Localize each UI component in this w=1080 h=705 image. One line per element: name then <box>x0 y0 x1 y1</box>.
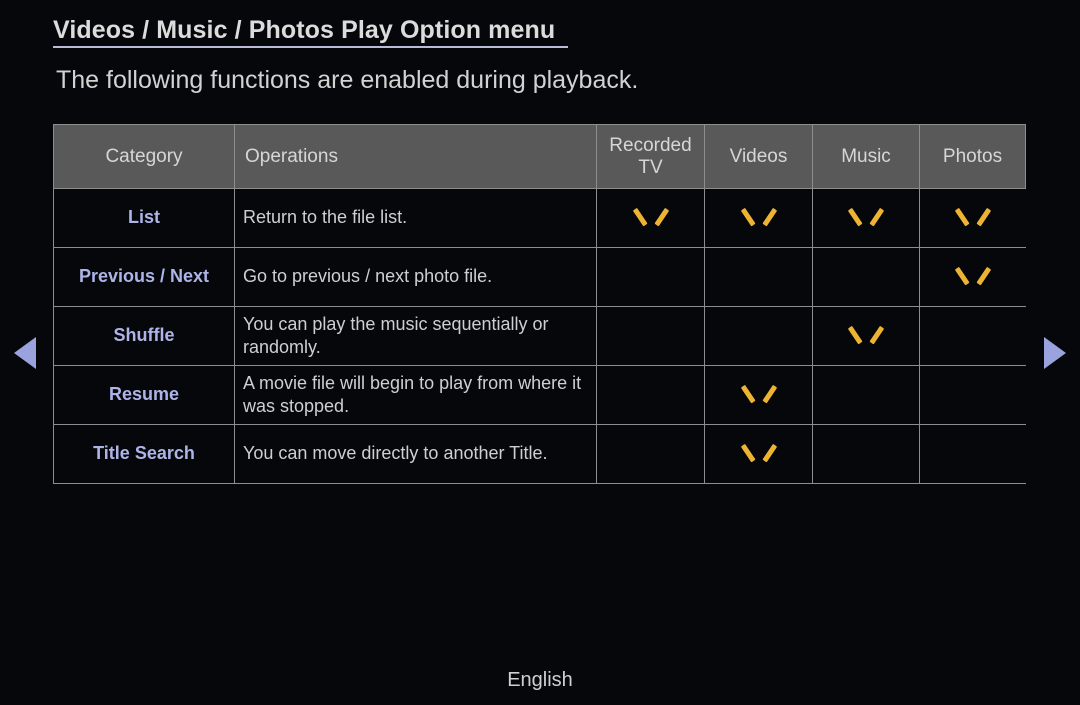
triangle-left-icon[interactable] <box>14 337 36 369</box>
column-header-category: Category <box>53 124 235 189</box>
chevron-down-check-icon <box>638 202 664 228</box>
chevron-down-check-icon <box>853 320 879 346</box>
cell-operations: Go to previous / next photo file. <box>234 247 597 307</box>
chevron-down-check-icon <box>960 261 986 287</box>
page-title-underline <box>53 46 568 48</box>
cell-recorded-tv <box>596 247 705 307</box>
cell-music <box>812 306 920 366</box>
play-option-table-wrapper: Category Operations Recorded TV Videos M… <box>53 124 1026 484</box>
column-header-videos: Videos <box>704 124 813 189</box>
page-subtitle: The following functions are enabled duri… <box>56 66 639 94</box>
cell-music <box>812 424 920 484</box>
chevron-down-check-icon <box>746 438 772 464</box>
cell-music <box>812 188 920 248</box>
chevron-down-check-icon <box>746 202 772 228</box>
table-row[interactable]: Previous / Next Go to previous / next pho… <box>53 247 1026 307</box>
cell-operations: A movie file will begin to play from whe… <box>234 365 597 425</box>
triangle-right-icon[interactable] <box>1044 337 1066 369</box>
table-header-row: Category Operations Recorded TV Videos M… <box>53 124 1026 189</box>
cell-photos <box>919 188 1026 248</box>
cell-operations: You can play the music sequentially or r… <box>234 306 597 366</box>
cell-videos <box>704 247 813 307</box>
table-row[interactable]: Title Search You can move directly to ano… <box>53 424 1026 484</box>
cell-videos <box>704 306 813 366</box>
table-row[interactable]: Resume A movie file will begin to play fr… <box>53 365 1026 425</box>
cell-recorded-tv <box>596 424 705 484</box>
cell-recorded-tv <box>596 188 705 248</box>
cell-category: Title Search <box>53 424 235 484</box>
column-header-music: Music <box>812 124 920 189</box>
cell-music <box>812 365 920 425</box>
cell-photos <box>919 365 1026 425</box>
footer-language-label: English <box>507 669 573 691</box>
cell-photos <box>919 306 1026 366</box>
cell-videos <box>704 188 813 248</box>
chevron-down-check-icon <box>853 202 879 228</box>
cell-category: List <box>53 188 235 248</box>
column-header-photos: Photos <box>919 124 1026 189</box>
cell-category: Resume <box>53 365 235 425</box>
play-option-matrix-table: Category Operations Recorded TV Videos M… <box>53 124 1026 484</box>
table-row[interactable]: Shuffle You can play the music sequential… <box>53 306 1026 366</box>
chevron-down-check-icon <box>746 379 772 405</box>
cell-videos <box>704 424 813 484</box>
cell-category: Previous / Next <box>53 247 235 307</box>
page-title: Videos / Music / Photos Play Option menu <box>53 16 556 44</box>
cell-music <box>812 247 920 307</box>
table-body: List Return to the file list. Previous / N… <box>53 188 1026 484</box>
chevron-down-check-icon <box>960 202 986 228</box>
table-row[interactable]: List Return to the file list. <box>53 188 1026 248</box>
cell-category: Shuffle <box>53 306 235 366</box>
cell-recorded-tv <box>596 365 705 425</box>
cell-operations: You can move directly to another Title. <box>234 424 597 484</box>
cell-videos <box>704 365 813 425</box>
cell-photos <box>919 424 1026 484</box>
column-header-recorded-tv: Recorded TV <box>596 124 705 189</box>
cell-photos <box>919 247 1026 307</box>
cell-recorded-tv <box>596 306 705 366</box>
table-header: Category Operations Recorded TV Videos M… <box>53 124 1026 189</box>
cell-operations: Return to the file list. <box>234 188 597 248</box>
column-header-operations: Operations <box>234 124 597 189</box>
